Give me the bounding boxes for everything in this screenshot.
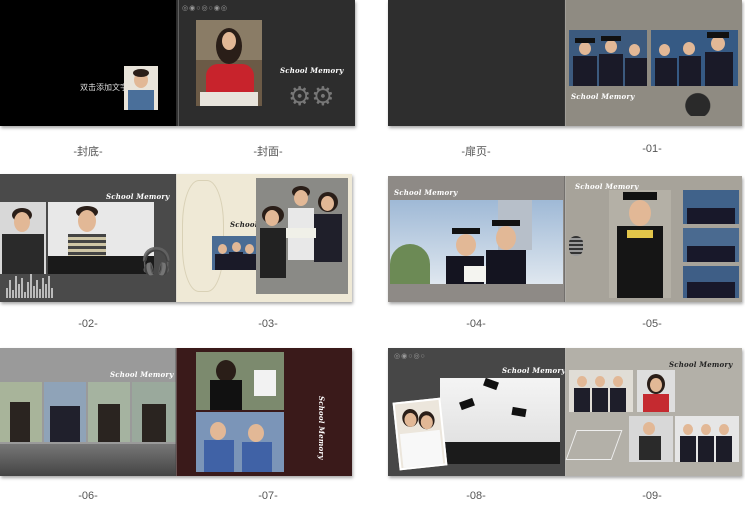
label-front-cover: -封面- — [253, 146, 283, 158]
page-09[interactable]: School Memory — [565, 348, 742, 476]
label-p09: -09- — [642, 490, 662, 502]
page03-classmates-photo — [256, 178, 348, 294]
page06-photo-1 — [0, 382, 42, 442]
page01-brand-title: School Memory — [571, 92, 635, 101]
page01-graduates-photo-right — [651, 30, 738, 86]
page-04[interactable]: School Memory — [388, 176, 565, 302]
page06-floral-ornament — [0, 444, 176, 476]
page02-man-photo — [0, 202, 46, 274]
microphone-icon — [569, 236, 583, 256]
spread-cover[interactable]: 双击添加文字 ◎◉○◎○◉◎ School Memory ⚙⚙ — [0, 0, 355, 126]
page08-brand-title: School Memory — [502, 366, 565, 375]
page07-photo-bottom — [196, 412, 284, 472]
page02-brand-title: School Memory — [106, 192, 170, 201]
page09-brand-title: School Memory — [669, 360, 733, 369]
page-02[interactable]: School Memory 🎧 — [0, 174, 176, 302]
label-p06: -06- — [78, 490, 98, 502]
flyleaf-page[interactable] — [388, 0, 565, 126]
page02-student-photo — [48, 202, 154, 274]
cover-ornament: ◎◉○◎○◉◎ — [182, 5, 228, 12]
page04-graduates-photo — [390, 200, 563, 284]
label-p03: -03- — [258, 318, 278, 330]
page09-girl-photo — [637, 370, 675, 412]
label-p01: -01- — [642, 143, 662, 155]
page09-graduates-photo — [675, 416, 739, 462]
label-p02: -02- — [78, 318, 98, 330]
page-06[interactable]: School Memory — [0, 348, 176, 476]
page05-thumb-3 — [683, 266, 739, 298]
page-07[interactable]: School Memory — [176, 348, 352, 476]
page08-ornament: ◎◉○◎○ — [394, 353, 426, 360]
page-01[interactable]: School Memory — [565, 0, 742, 126]
spread-flyleaf[interactable]: School Memory — [388, 0, 742, 126]
page08-girls-photo — [392, 397, 448, 471]
front-cover-page[interactable]: ◎◉○◎○◉◎ School Memory ⚙⚙ — [176, 0, 355, 126]
label-p05: -05- — [642, 318, 662, 330]
label-flyleaf: -扉页- — [461, 146, 491, 158]
page05-thumb-1 — [683, 190, 739, 224]
spread-02-03[interactable]: School Memory 🎧 School Memory — [0, 174, 352, 302]
page04-brand-title: School Memory — [394, 188, 458, 197]
cover-girl-photo — [196, 20, 262, 106]
page03-graduates-photo — [212, 236, 258, 270]
page07-brand-title-vertical: School Memory — [317, 396, 326, 460]
bicycle-icon: ⚙⚙ — [288, 81, 335, 111]
page01-graduates-photo-left — [569, 30, 647, 86]
label-p08: -08- — [466, 490, 486, 502]
page08-caps-photo — [440, 378, 560, 464]
cover-brand-title: School Memory — [280, 66, 344, 75]
page09-laptop-photo — [629, 416, 673, 462]
page06-photo-3 — [88, 382, 130, 442]
page06-brand-title: School Memory — [110, 370, 174, 379]
page09-sketch-ornament — [565, 430, 623, 460]
label-p04: -04- — [466, 318, 486, 330]
label-p07: -07- — [258, 490, 278, 502]
page-03[interactable]: School Memory — [176, 174, 352, 302]
page06-photo-2 — [44, 382, 86, 442]
page07-photo-top — [196, 352, 284, 410]
page01-ornament — [673, 90, 735, 116]
page-08[interactable]: ◎◉○◎○ School Memory — [388, 348, 565, 476]
page06-photo-4 — [132, 382, 176, 442]
page09-group-photo — [569, 370, 633, 412]
page05-graduate-girl-photo — [609, 190, 671, 298]
spread-04-05[interactable]: School Memory School Memory — [388, 176, 742, 302]
cover-add-text[interactable]: 双击添加文字 — [80, 82, 128, 93]
headphones-icon: 🎧 — [140, 246, 173, 276]
page02-equalizer-bars — [6, 274, 53, 298]
page05-thumb-2 — [683, 228, 739, 262]
cover-portrait-photo — [124, 66, 158, 110]
spread-08-09[interactable]: ◎◉○◎○ School Memory School Memory — [388, 348, 742, 476]
back-cover-page[interactable]: 双击添加文字 — [0, 0, 176, 126]
spread-06-07[interactable]: School Memory School Memory — [0, 348, 352, 476]
label-back-cover: -封底- — [73, 146, 103, 158]
page-05[interactable]: School Memory — [565, 176, 742, 302]
